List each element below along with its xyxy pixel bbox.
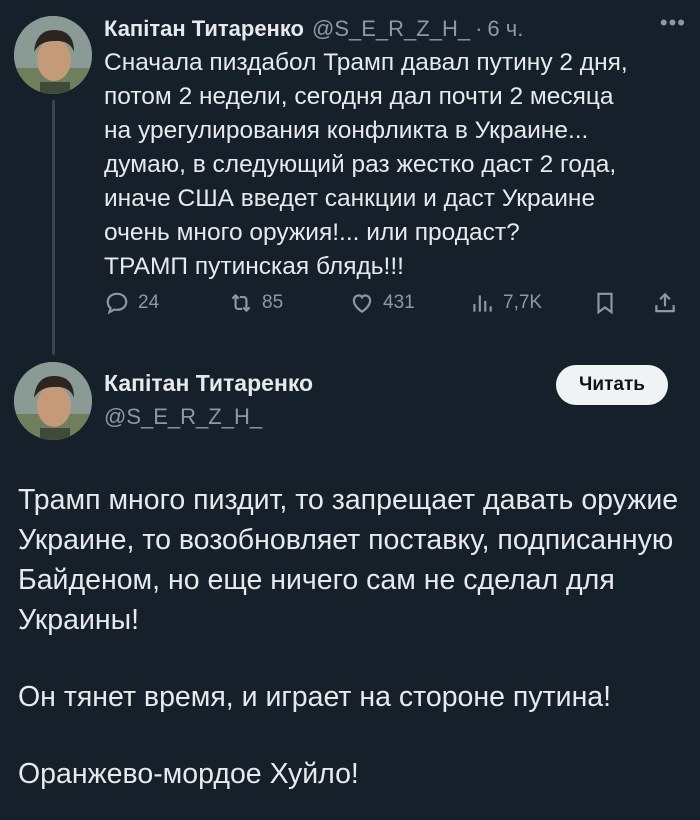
bookmark-icon — [597, 292, 613, 315]
heart-icon — [352, 294, 372, 313]
tweet2-paragraph: Трамп много пиздит, то запрещает давать … — [18, 484, 679, 636]
retweet-icon — [231, 293, 251, 313]
user-handle[interactable]: @S_E_R_Z_H_ — [104, 404, 262, 430]
timestamp[interactable]: 6 ч. — [487, 16, 523, 42]
separator: · — [475, 16, 483, 41]
retweet-button[interactable]: 85 — [228, 290, 283, 316]
avatar[interactable] — [14, 362, 92, 440]
tweet2-paragraph: Оранжево-мордое Хуйло! — [18, 758, 359, 790]
reply-count: 24 — [138, 292, 160, 313]
thread-line — [52, 100, 55, 355]
views-button[interactable]: 7,7K — [469, 290, 542, 316]
views-icon — [473, 295, 492, 312]
avatar-photo — [14, 362, 92, 440]
like-count: 431 — [383, 292, 415, 313]
reply-button[interactable]: 24 — [104, 290, 159, 316]
tweet1-actions: 24 85 431 7,7K — [104, 290, 684, 326]
tweet2-paragraph: Он тянет время, и играет на стороне пути… — [18, 681, 612, 713]
bookmark-button[interactable] — [592, 290, 618, 316]
retweet-count: 85 — [262, 292, 284, 313]
follow-button[interactable]: Читать — [556, 365, 668, 405]
avatar[interactable] — [14, 16, 92, 94]
tweet1-text: Сначала пиздабол Трамп давал путину 2 дн… — [104, 49, 628, 280]
share-icon — [655, 292, 675, 313]
tweet1-header: Капітан Титаренко @S_E_R_Z_H_ · 6 ч. — [104, 14, 676, 44]
display-name[interactable]: Капітан Титаренко — [104, 16, 304, 42]
share-button[interactable] — [652, 290, 678, 316]
tweet2-text: Трамп много пиздит, то запрещает давать … — [18, 480, 688, 794]
reply-icon — [106, 292, 128, 315]
view-count: 7,7K — [503, 292, 543, 313]
display-name[interactable]: Капітан Титаренко — [104, 370, 313, 397]
ellipsis-icon[interactable]: ••• — [660, 10, 686, 36]
user-handle[interactable]: @S_E_R_Z_H_ — [312, 16, 470, 42]
avatar-photo — [14, 16, 92, 94]
like-button[interactable]: 431 — [349, 290, 415, 316]
